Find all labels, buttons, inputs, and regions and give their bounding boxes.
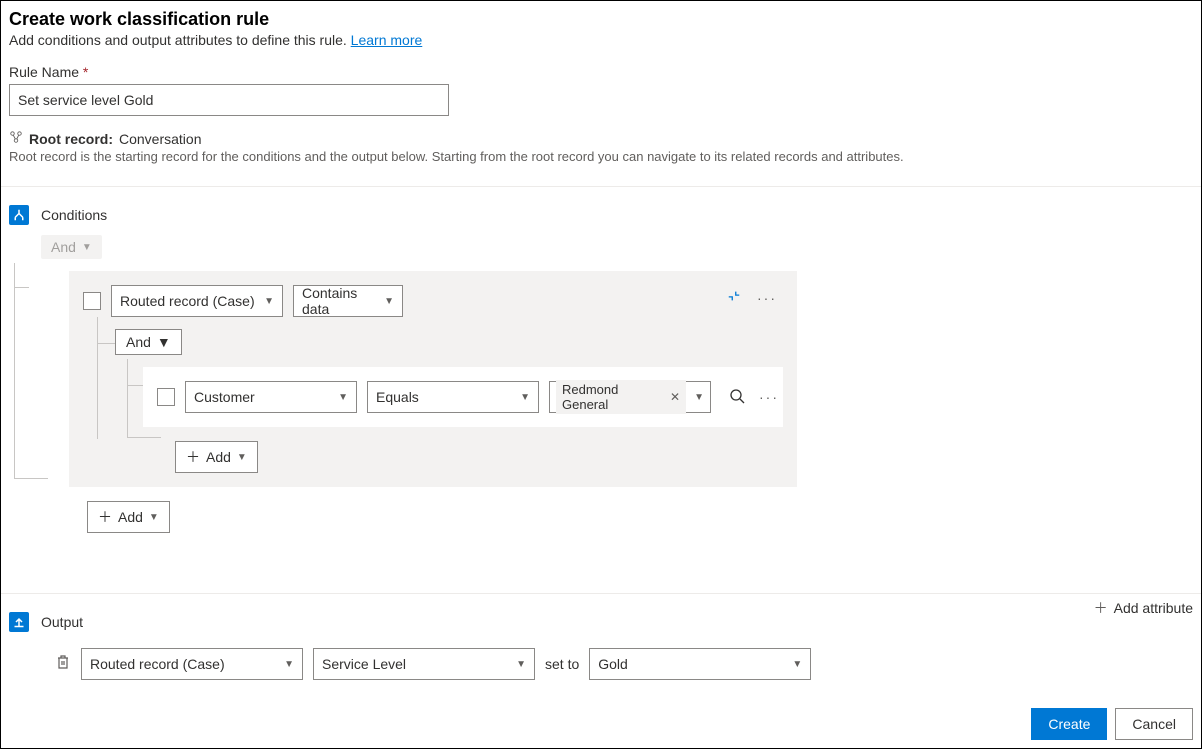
- search-icon[interactable]: [729, 388, 745, 407]
- create-button[interactable]: Create: [1031, 708, 1107, 740]
- condition-operator-value: Equals: [376, 389, 419, 405]
- page-title: Create work classification rule: [9, 9, 1193, 30]
- chevron-down-icon: ▼: [384, 296, 394, 307]
- chevron-down-icon: ▼: [338, 392, 348, 403]
- chevron-down-icon: ▼: [264, 296, 274, 307]
- more-actions-icon[interactable]: ···: [757, 290, 777, 306]
- condition-operator-dropdown[interactable]: Equals ▼: [367, 381, 539, 413]
- add-attribute-button[interactable]: ＋ Add attribute: [1094, 598, 1193, 618]
- output-value-text: Gold: [598, 656, 628, 672]
- group-checkbox[interactable]: [83, 292, 101, 310]
- logic-operator-group[interactable]: And ▼: [115, 329, 182, 355]
- condition-value-lookup[interactable]: Redmond General ✕ ▼: [549, 381, 711, 413]
- group-field-dropdown[interactable]: Routed record (Case) ▼: [111, 285, 283, 317]
- group-field-value: Routed record (Case): [120, 293, 255, 309]
- group-operator-value: Contains data: [302, 285, 376, 317]
- chevron-down-icon: ▼: [237, 452, 247, 463]
- delete-output-icon[interactable]: [55, 654, 71, 675]
- group-operator-dropdown[interactable]: Contains data ▼: [293, 285, 403, 317]
- add-outer-condition-button[interactable]: ＋ Add ▼: [87, 501, 170, 533]
- condition-row: Customer ▼ Equals ▼ Redmond General ✕ ▼: [143, 367, 783, 427]
- output-attribute-dropdown[interactable]: Service Level ▼: [313, 648, 535, 680]
- logic-operator-top-label: And: [51, 239, 76, 255]
- cancel-button[interactable]: Cancel: [1115, 708, 1193, 740]
- output-entity-value: Routed record (Case): [90, 656, 225, 672]
- root-record-label: Root record:: [29, 131, 113, 147]
- conditions-icon: [9, 205, 29, 225]
- add-outer-label: Add: [118, 509, 143, 525]
- logic-operator-group-label: And: [126, 334, 151, 350]
- rule-name-label-text: Rule Name: [9, 64, 79, 80]
- plus-icon: ＋: [98, 507, 112, 527]
- logic-operator-top[interactable]: And ▼: [41, 235, 102, 259]
- add-inner-label: Add: [206, 449, 231, 465]
- chevron-down-icon[interactable]: ▼: [694, 392, 704, 403]
- root-record-description: Root record is the starting record for t…: [9, 149, 1193, 164]
- root-record-value: Conversation: [119, 131, 202, 147]
- plus-icon: ＋: [186, 447, 200, 467]
- condition-checkbox[interactable]: [157, 388, 175, 406]
- chevron-down-icon: ▼: [520, 392, 530, 403]
- chevron-down-icon: ▼: [516, 659, 526, 670]
- remove-tag-icon[interactable]: ✕: [670, 390, 680, 404]
- output-value-dropdown[interactable]: Gold ▼: [589, 648, 811, 680]
- chevron-down-icon: ▼: [157, 334, 171, 350]
- lookup-tag: Redmond General ✕: [556, 380, 686, 414]
- condition-group: Routed record (Case) ▼ Contains data ▼ ·…: [69, 271, 797, 487]
- rule-name-input[interactable]: [9, 84, 449, 116]
- subtitle-text: Add conditions and output attributes to …: [9, 32, 351, 48]
- output-icon: [9, 612, 29, 632]
- relationship-icon: [9, 130, 23, 147]
- lookup-tag-text: Redmond General: [562, 382, 664, 412]
- condition-field-dropdown[interactable]: Customer ▼: [185, 381, 357, 413]
- chevron-down-icon: ▼: [284, 659, 294, 670]
- add-attribute-label: Add attribute: [1114, 600, 1193, 616]
- page-subtitle: Add conditions and output attributes to …: [9, 32, 1193, 48]
- add-inner-condition-button[interactable]: ＋ Add ▼: [175, 441, 258, 473]
- chevron-down-icon: ▼: [792, 659, 802, 670]
- condition-field-value: Customer: [194, 389, 255, 405]
- chevron-down-icon: ▼: [149, 512, 159, 523]
- set-to-label: set to: [545, 656, 579, 672]
- more-actions-icon[interactable]: ···: [759, 389, 779, 405]
- collapse-icon[interactable]: [727, 289, 741, 306]
- output-entity-dropdown[interactable]: Routed record (Case) ▼: [81, 648, 303, 680]
- conditions-title: Conditions: [41, 207, 107, 223]
- rule-name-label: Rule Name *: [9, 64, 1193, 80]
- required-asterisk: *: [83, 64, 88, 80]
- chevron-down-icon: ▼: [82, 242, 92, 253]
- learn-more-link[interactable]: Learn more: [351, 32, 423, 48]
- output-attribute-value: Service Level: [322, 656, 406, 672]
- plus-icon: ＋: [1094, 598, 1108, 618]
- output-title: Output: [41, 614, 83, 630]
